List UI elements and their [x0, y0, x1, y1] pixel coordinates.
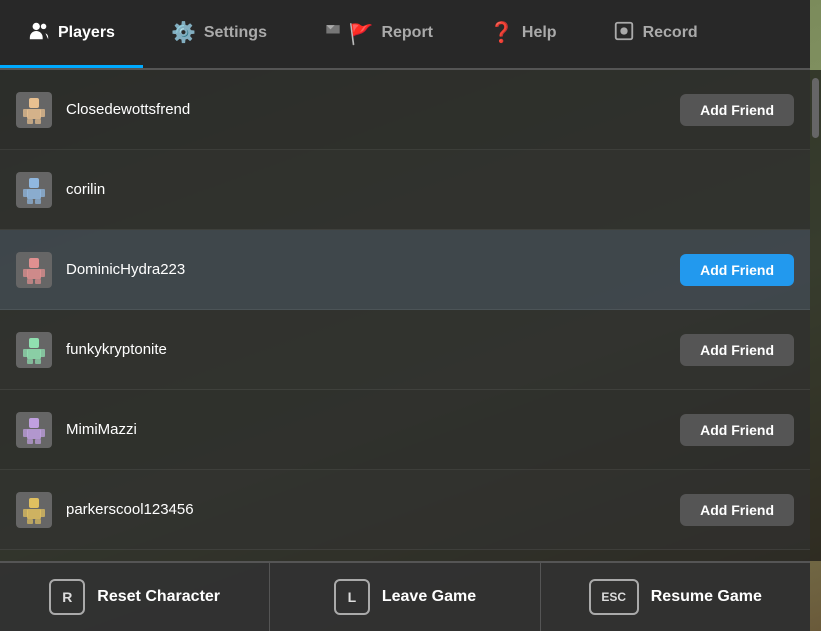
reset-character-label: Reset Character — [97, 588, 220, 606]
report-icon: 🚩 — [323, 21, 373, 45]
player-name: funkykryptonite — [66, 341, 680, 358]
player-name: MimiMazzi — [66, 421, 680, 438]
add-friend-button[interactable]: Add Friend — [680, 414, 794, 446]
players-icon — [28, 20, 50, 46]
player-avatar — [16, 252, 52, 288]
reset-key-badge: R — [49, 579, 85, 615]
tab-help[interactable]: ❓ Help — [461, 0, 585, 68]
resume-game-button[interactable]: ESC Resume Game — [541, 563, 810, 631]
player-row[interactable]: parkerscool123456 Add Friend — [0, 470, 810, 550]
resume-game-label: Resume Game — [651, 588, 762, 606]
settings-icon: ⚙️ — [171, 23, 196, 43]
help-icon: ❓ — [489, 23, 514, 43]
player-name: parkerscool123456 — [66, 501, 680, 518]
tab-settings-label: Settings — [204, 24, 267, 42]
resume-key-badge: ESC — [589, 579, 639, 615]
player-row[interactable]: funkykryptonite Add Friend — [0, 310, 810, 390]
player-avatar — [16, 332, 52, 368]
player-row[interactable]: Closedewottsfrend Add Friend — [0, 70, 810, 150]
player-name: DominicHydra223 — [66, 261, 680, 278]
player-avatar — [16, 92, 52, 128]
tab-record[interactable]: Record — [585, 0, 726, 68]
tab-players[interactable]: Players — [0, 0, 143, 68]
tab-report-label: Report — [381, 24, 433, 42]
player-row[interactable]: DominicHydra223 Add Friend — [0, 230, 810, 310]
player-row[interactable]: MimiMazzi Add Friend — [0, 390, 810, 470]
tab-bar: Players ⚙️ Settings 🚩 Report ❓ Help — [0, 0, 810, 70]
tab-players-label: Players — [58, 24, 115, 42]
player-avatar — [16, 492, 52, 528]
tab-record-label: Record — [643, 24, 698, 42]
scrollbar[interactable] — [810, 70, 821, 561]
tab-report[interactable]: 🚩 Report — [295, 0, 461, 68]
leave-key-badge: L — [334, 579, 370, 615]
player-name: corilin — [66, 181, 794, 198]
player-avatar — [16, 172, 52, 208]
add-friend-button[interactable]: Add Friend — [680, 494, 794, 526]
leave-game-label: Leave Game — [382, 588, 476, 606]
tab-help-label: Help — [522, 24, 557, 42]
tab-settings[interactable]: ⚙️ Settings — [143, 0, 295, 68]
add-friend-button[interactable]: Add Friend — [680, 334, 794, 366]
scrollbar-thumb[interactable] — [812, 78, 819, 138]
player-avatar — [16, 412, 52, 448]
main-panel: Players ⚙️ Settings 🚩 Report ❓ Help — [0, 0, 810, 631]
player-name: Closedewottsfrend — [66, 101, 680, 118]
player-row[interactable]: corilin — [0, 150, 810, 230]
reset-character-button[interactable]: R Reset Character — [0, 563, 270, 631]
add-friend-button[interactable]: Add Friend — [680, 254, 794, 286]
bottom-bar: R Reset Character L Leave Game ESC Resum… — [0, 561, 810, 631]
leave-game-button[interactable]: L Leave Game — [270, 563, 540, 631]
record-icon — [613, 20, 635, 46]
add-friend-button[interactable]: Add Friend — [680, 94, 794, 126]
player-list: Closedewottsfrend Add Friend corilin — [0, 70, 810, 561]
